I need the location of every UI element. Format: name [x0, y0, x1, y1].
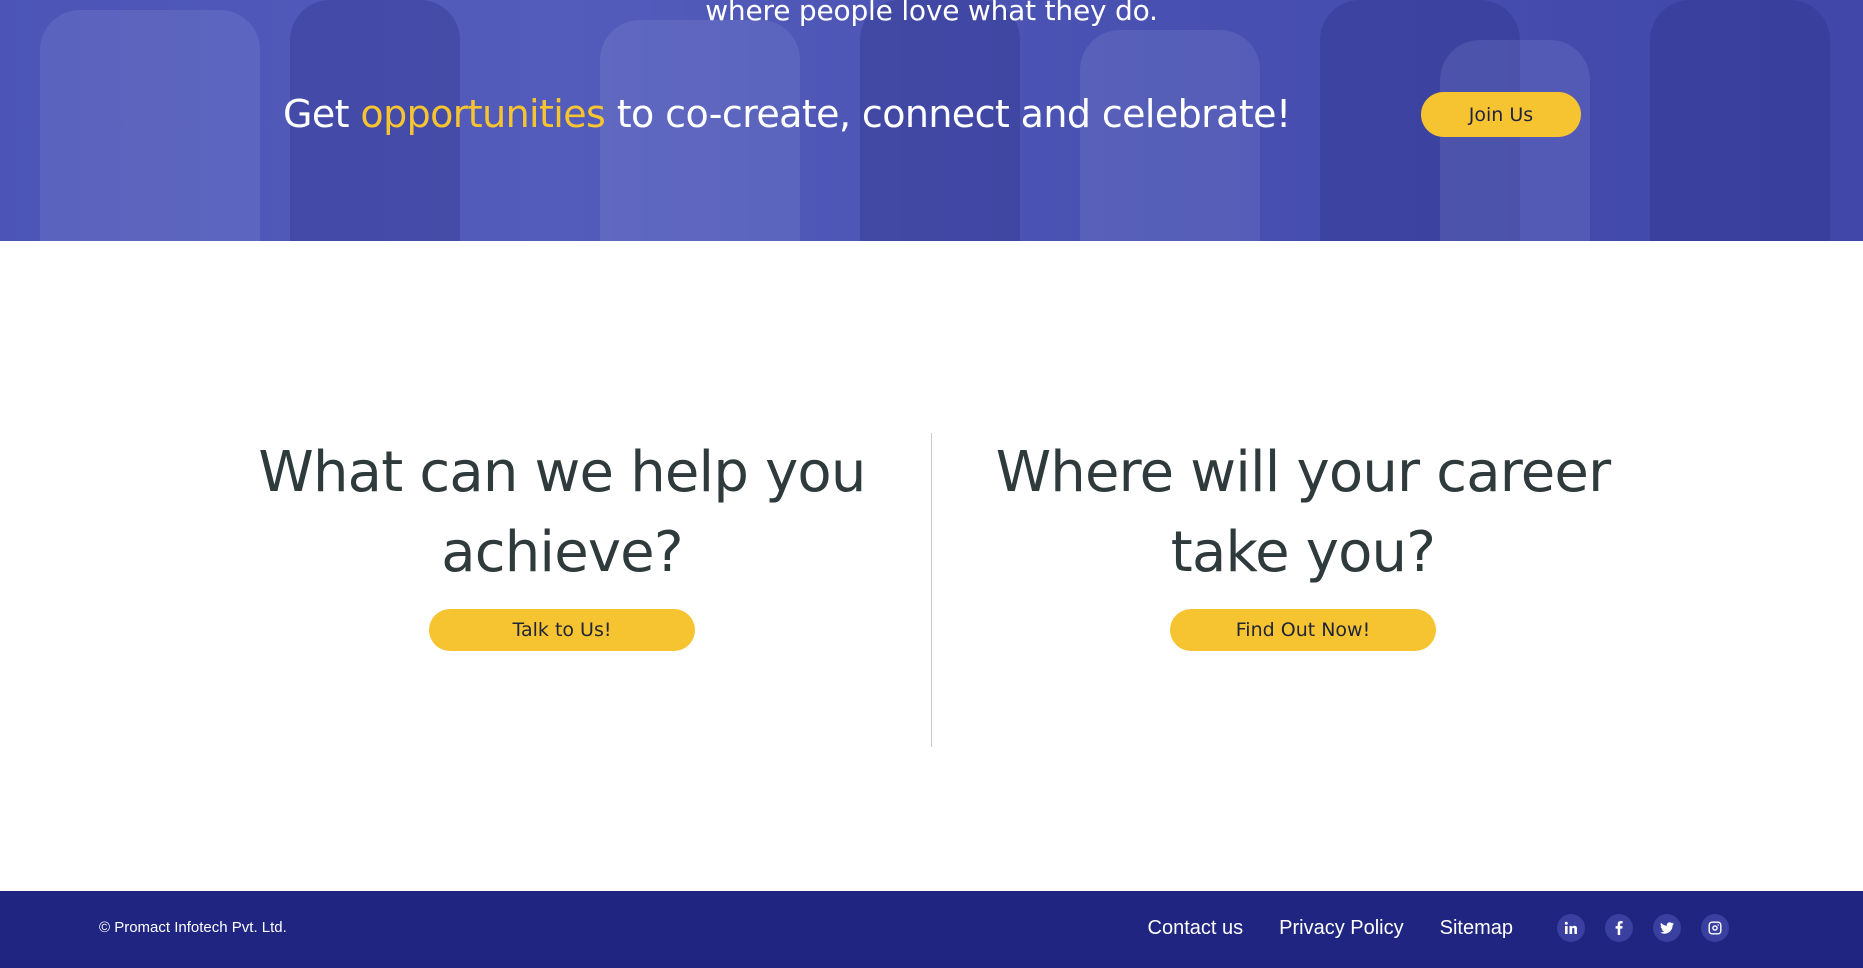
- sitemap-link[interactable]: Sitemap: [1440, 917, 1513, 940]
- cta-suffix: to co-create, connect and celebrate!: [616, 92, 1291, 136]
- cta-prefix: Get: [283, 92, 350, 136]
- cta-sections: What can we help you achieve? Talk to Us…: [0, 241, 1863, 891]
- talk-to-us-button[interactable]: Talk to Us!: [429, 609, 695, 651]
- help-heading: What can we help you achieve?: [202, 433, 922, 593]
- help-section: What can we help you achieve? Talk to Us…: [202, 433, 922, 651]
- join-us-button[interactable]: Join Us: [1421, 92, 1581, 137]
- career-section: Where will your career take you? Find Ou…: [943, 433, 1663, 651]
- section-divider: [931, 433, 932, 747]
- instagram-icon[interactable]: [1701, 914, 1729, 942]
- privacy-policy-link[interactable]: Privacy Policy: [1279, 917, 1403, 940]
- find-out-now-button[interactable]: Find Out Now!: [1170, 609, 1436, 651]
- twitter-icon[interactable]: [1653, 914, 1681, 942]
- footer: © Promact Infotech Pvt. Ltd. Contact us …: [0, 891, 1863, 968]
- career-heading-line1: Where will your career: [995, 440, 1611, 505]
- hero-banner: where people love what they do. Get oppo…: [0, 0, 1863, 241]
- social-links: [1557, 914, 1729, 942]
- copyright-text: © Promact Infotech Pvt. Ltd.: [99, 919, 287, 936]
- footer-nav: Contact us Privacy Policy Sitemap: [1148, 917, 1513, 940]
- cta-accent-word: opportunities: [360, 92, 606, 136]
- help-heading-line1: What can we help you: [258, 440, 866, 505]
- career-heading: Where will your career take you?: [943, 433, 1663, 593]
- facebook-icon[interactable]: [1605, 914, 1633, 942]
- linkedin-icon[interactable]: [1557, 914, 1585, 942]
- hero-tagline: where people love what they do.: [705, 0, 1158, 27]
- contact-us-link[interactable]: Contact us: [1148, 917, 1244, 940]
- career-heading-line2: take you?: [1170, 520, 1436, 585]
- help-heading-line2: achieve?: [441, 520, 683, 585]
- hero-cta-heading: Get opportunities to co-create, connect …: [283, 92, 1291, 136]
